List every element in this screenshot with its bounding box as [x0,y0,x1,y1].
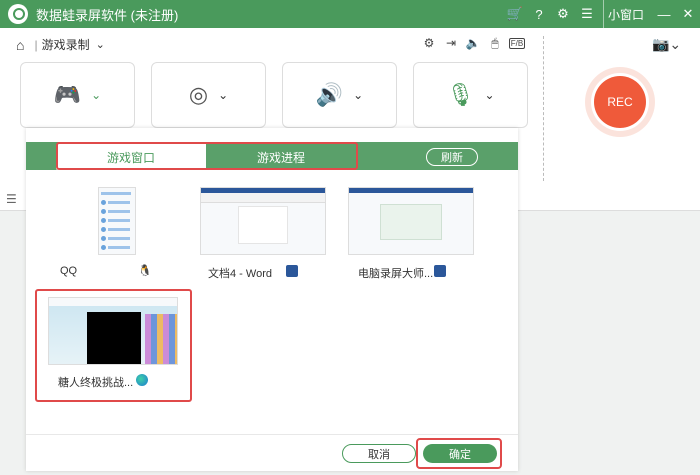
mode-label[interactable]: 游戏录制 [42,36,90,53]
home-icon[interactable]: ⌂ [16,37,24,53]
refresh-button[interactable]: 刷新 [426,148,478,166]
title-bar-controls: 🛒 ? ⚙ ☰ 小窗口 — ✕ [503,0,700,28]
export-icon[interactable]: ⇥ [442,34,460,52]
chevron-down-icon[interactable]: ⌄ [484,88,494,102]
window-caption: 电脑录屏大师... [358,268,434,280]
speaker-icon[interactable]: 🔈 [464,34,482,52]
minimize-icon[interactable]: — [652,0,676,28]
selection-frame [35,289,192,402]
rec-button-ring: REC [585,67,655,137]
screenshot-camera-icon[interactable]: 📷⌄ [652,36,681,53]
app-logo-icon [8,4,28,24]
microphone-card[interactable]: 🎙 ⌄ [413,62,528,128]
app-title: 数据蛙录屏软件 (未注册) [36,7,179,23]
mini-window-button[interactable]: 小窗口 [602,0,648,28]
chevron-down-icon[interactable]: ⌄ [96,38,105,51]
window-caption: QQ [60,265,78,277]
fps-icon[interactable]: F/B [508,34,526,52]
toolbar-icons: ⚙ ⇥ 🔈 🖱 F/B [420,34,526,52]
chevron-down-icon[interactable]: ⌄ [91,88,101,102]
cancel-button[interactable]: 取消 [342,444,416,463]
mouse-icon[interactable]: 🖱 [486,34,504,52]
window-thumb-qq[interactable]: QQ 🐧 [56,184,186,284]
window-preview [200,187,326,255]
qq-penguin-icon: 🐧 [138,265,152,277]
window-thumb-word[interactable]: 文档4 - Word [198,184,330,284]
speaker-icon: 🔊 [315,82,344,107]
webcam-off-icon: ◎ [188,82,209,107]
tabs-highlight-frame [56,142,358,170]
word-icon [434,265,446,277]
system-sound-card[interactable]: 🔊 ⌄ [282,62,397,128]
window-preview [98,187,136,255]
chevron-down-icon[interactable]: ⌄ [353,88,363,102]
window-caption: 文档4 - Word [208,268,272,280]
ok-highlight-frame [416,438,502,469]
help-icon[interactable]: ? [527,0,551,28]
separator: | [34,37,38,52]
webcam-source-card[interactable]: ◎ ⌄ [151,62,266,128]
word-icon [286,265,298,277]
gamepad-source-card[interactable]: 🎮 ⌄ [20,62,135,128]
mode-selector[interactable]: ⌂ | 游戏录制 ⌄ [16,36,105,53]
game-window-dialog: 游戏窗口 游戏进程 刷新 QQ 🐧 文档4 - Word 电脑录屏大师... 糖… [26,128,518,471]
divider [543,36,544,181]
cart-icon[interactable]: 🛒 [503,0,527,28]
rec-button[interactable]: REC [594,76,646,128]
microphone-icon: 🎙 [446,82,475,107]
close-icon[interactable]: ✕ [676,0,700,28]
gamepad-icon: 🎮 [53,82,82,107]
window-thumb-recorder[interactable]: 电脑录屏大师... [346,184,478,284]
settings-icon[interactable]: ⚙ [551,0,575,28]
window-preview [348,187,474,255]
gear-icon[interactable]: ⚙ [420,34,438,52]
chevron-down-icon[interactable]: ⌄ [218,88,228,102]
source-cards: 🎮 ⌄ ◎ ⌄ 🔊 ⌄ 🎙 ⌄ [20,62,528,128]
title-bar: 数据蛙录屏软件 (未注册) 🛒 ? ⚙ ☰ 小窗口 — ✕ [0,0,700,28]
list-menu-icon[interactable]: ☰ [6,192,17,206]
footer-divider [26,434,518,435]
menu-icon[interactable]: ☰ [575,0,599,28]
